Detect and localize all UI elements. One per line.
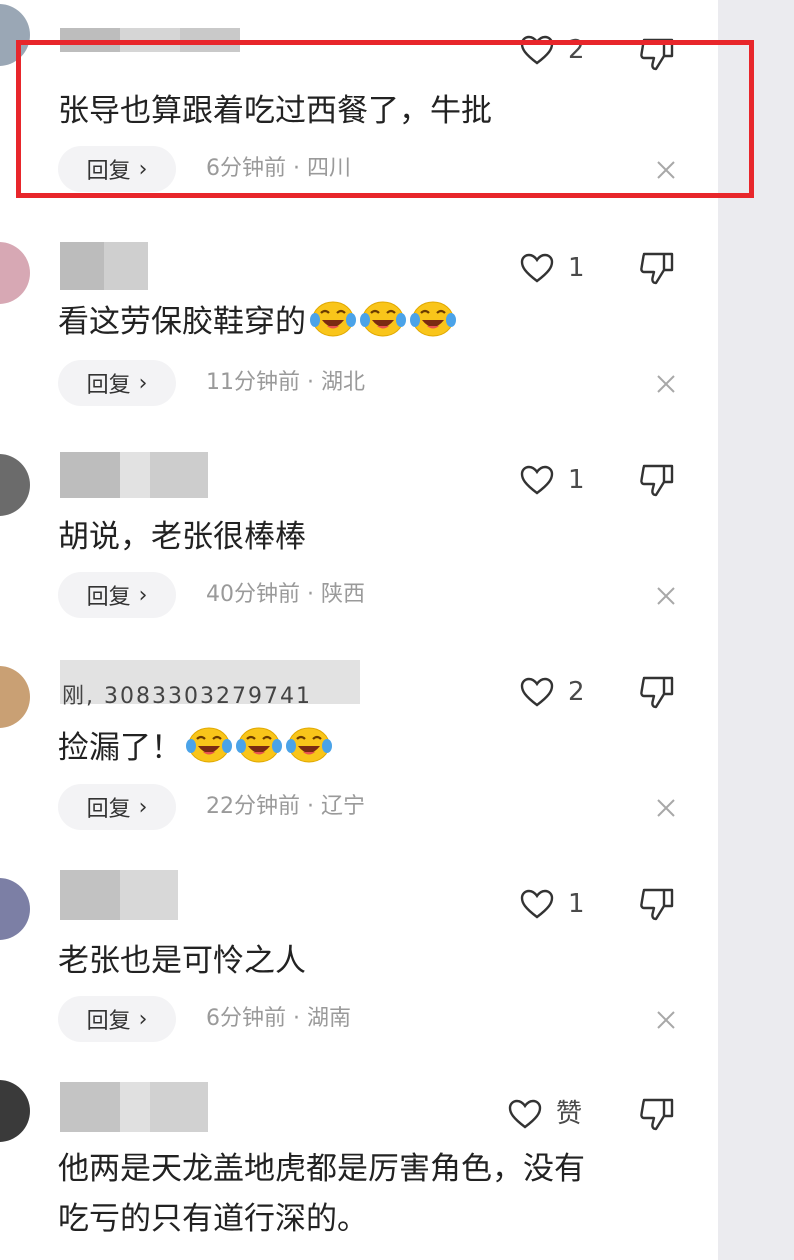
like-count: 1 — [568, 889, 585, 919]
comment-text: 胡说，老张很棒棒 — [58, 519, 306, 555]
laughing-crying-emoji-icon — [310, 298, 356, 351]
laughing-crying-emoji-icon — [286, 724, 332, 777]
comment-text: 捡漏了！ — [58, 724, 332, 777]
like-button[interactable]: 1 — [520, 462, 585, 498]
comment-item: 刚, 3083303279741 2 捡漏了！ 回复 › 22分钟前 · 辽宁 — [0, 656, 718, 856]
comment-text-line2: 吃亏的只有道行深的。 — [58, 1201, 368, 1237]
like-count: 2 — [568, 677, 585, 707]
laughing-crying-emoji-icon — [186, 724, 232, 777]
comment-meta: 40分钟前 · 陕西 — [206, 582, 365, 607]
heart-outline-icon — [520, 889, 554, 919]
username-blurred[interactable] — [60, 1082, 208, 1132]
chevron-right-icon: › — [138, 794, 148, 820]
comment-item: 赞 他两是天龙盖地虎都是厉害角色，没有 吃亏的只有道行深的。 — [0, 1080, 718, 1260]
like-button[interactable]: 赞 — [508, 1096, 582, 1132]
thumbs-down-icon[interactable] — [638, 674, 678, 710]
like-count: 1 — [568, 253, 585, 283]
comment-meta: 6分钟前 · 湖南 — [206, 1006, 351, 1031]
thumbs-down-icon[interactable] — [638, 250, 678, 286]
username-blurred[interactable] — [60, 242, 148, 290]
thumbs-down-icon[interactable] — [638, 886, 678, 922]
username-partial-text: 刚, 3083303279741 — [62, 684, 312, 709]
close-icon[interactable] — [654, 796, 678, 820]
comment-item: 1 看这劳保胶鞋穿的 回复 › 11分钟前 · 湖北 — [0, 232, 718, 432]
comment-text: 老张也是可怜之人 — [58, 943, 306, 979]
laughing-crying-emoji-icon — [360, 298, 406, 351]
avatar[interactable] — [0, 666, 30, 728]
reply-button[interactable]: 回复 › — [58, 996, 176, 1042]
thumbs-down-icon[interactable] — [638, 1096, 678, 1132]
avatar[interactable] — [0, 454, 30, 516]
like-count: 1 — [568, 465, 585, 495]
avatar[interactable] — [0, 242, 30, 304]
highlight-box — [16, 40, 754, 198]
comment-text: 他两是天龙盖地虎都是厉害角色，没有 — [58, 1151, 585, 1187]
laughing-crying-emoji-icon — [236, 724, 282, 777]
like-button[interactable]: 2 — [520, 674, 585, 710]
close-icon[interactable] — [654, 584, 678, 608]
close-icon[interactable] — [654, 372, 678, 396]
username-blurred[interactable] — [60, 452, 208, 498]
chevron-right-icon: › — [138, 1006, 148, 1032]
heart-outline-icon — [520, 253, 554, 283]
avatar[interactable] — [0, 1080, 30, 1142]
heart-outline-icon — [508, 1099, 542, 1129]
reply-button[interactable]: 回复 › — [58, 360, 176, 406]
thumbs-down-icon[interactable] — [638, 462, 678, 498]
like-button[interactable]: 1 — [520, 250, 585, 286]
comment-meta: 22分钟前 · 辽宁 — [206, 794, 365, 819]
heart-outline-icon — [520, 465, 554, 495]
laughing-crying-emoji-icon — [410, 298, 456, 351]
comment-text: 看这劳保胶鞋穿的 — [58, 298, 456, 351]
reply-button[interactable]: 回复 › — [58, 784, 176, 830]
comment-meta: 11分钟前 · 湖北 — [206, 370, 365, 395]
heart-outline-icon — [520, 677, 554, 707]
close-icon[interactable] — [654, 1008, 678, 1032]
comment-item: 1 胡说，老张很棒棒 回复 › 40分钟前 · 陕西 — [0, 444, 718, 644]
like-button[interactable]: 1 — [520, 886, 585, 922]
like-count: 赞 — [556, 1099, 583, 1129]
comment-item: 1 老张也是可怜之人 回复 › 6分钟前 · 湖南 — [0, 868, 718, 1068]
chevron-right-icon: › — [138, 582, 148, 608]
chevron-right-icon: › — [138, 370, 148, 396]
username-blurred[interactable] — [60, 870, 178, 920]
avatar[interactable] — [0, 878, 30, 940]
reply-button[interactable]: 回复 › — [58, 572, 176, 618]
